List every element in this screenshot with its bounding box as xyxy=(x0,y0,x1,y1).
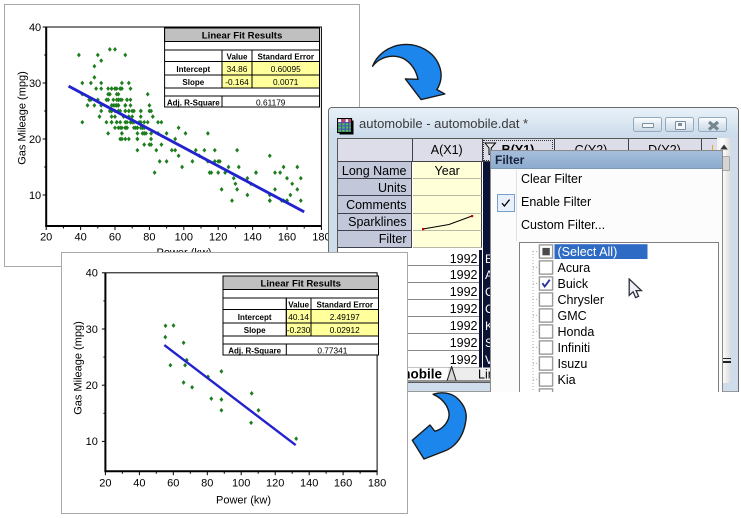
svg-text:0.61179: 0.61179 xyxy=(256,98,286,108)
svg-text:Buick: Buick xyxy=(558,277,589,291)
svg-text:Linear Fit Results: Linear Fit Results xyxy=(261,279,342,290)
svg-text:Isuzu: Isuzu xyxy=(558,357,588,371)
svg-text:160: 160 xyxy=(334,478,352,490)
svg-text:80: 80 xyxy=(143,232,155,244)
svg-text:GMC: GMC xyxy=(558,309,587,323)
svg-text:Standard Error: Standard Error xyxy=(317,301,373,310)
svg-text:-0.230: -0.230 xyxy=(287,325,311,335)
svg-text:0.77341: 0.77341 xyxy=(317,346,347,356)
svg-text:Gas Mileage (mpg): Gas Mileage (mpg) xyxy=(73,321,85,415)
svg-text:40: 40 xyxy=(29,22,41,34)
svg-text:Value: Value xyxy=(288,301,309,310)
svg-text:120: 120 xyxy=(266,478,284,490)
svg-text:Acura: Acura xyxy=(558,261,591,275)
svg-text:120: 120 xyxy=(209,232,227,244)
svg-text:0.02912: 0.02912 xyxy=(330,325,360,335)
svg-text:30: 30 xyxy=(86,324,98,336)
svg-text:20: 20 xyxy=(29,134,41,146)
svg-text:20: 20 xyxy=(86,380,98,392)
svg-text:100: 100 xyxy=(232,478,250,490)
svg-text:Linear Fit Results: Linear Fit Results xyxy=(202,31,283,42)
svg-text:Chrysler: Chrysler xyxy=(558,293,605,307)
svg-text:100: 100 xyxy=(175,232,193,244)
svg-text:0.0071: 0.0071 xyxy=(273,77,299,87)
svg-text:180: 180 xyxy=(368,478,386,490)
svg-text:160: 160 xyxy=(278,232,296,244)
svg-text:Standard Error: Standard Error xyxy=(258,53,314,62)
svg-text:60: 60 xyxy=(167,478,179,490)
svg-text:60: 60 xyxy=(109,232,121,244)
svg-text:Kia: Kia xyxy=(558,373,576,387)
svg-text:10: 10 xyxy=(29,190,41,202)
svg-text:Gas Mileage (mpg): Gas Mileage (mpg) xyxy=(17,71,29,165)
svg-text:20: 20 xyxy=(99,478,111,490)
svg-text:40: 40 xyxy=(86,268,98,280)
svg-text:Intercept: Intercept xyxy=(176,65,210,74)
svg-text:20: 20 xyxy=(40,232,52,244)
svg-text:Honda: Honda xyxy=(558,325,595,339)
svg-text:Slope: Slope xyxy=(182,78,204,87)
svg-text:Intercept: Intercept xyxy=(238,313,272,322)
svg-text:Adj. R-Square: Adj. R-Square xyxy=(228,347,281,356)
svg-text:140: 140 xyxy=(300,478,318,490)
svg-text:10: 10 xyxy=(86,436,98,448)
svg-text:80: 80 xyxy=(201,478,213,490)
svg-text:140: 140 xyxy=(243,232,261,244)
svg-text:Slope: Slope xyxy=(244,326,266,335)
svg-text:2.49197: 2.49197 xyxy=(330,312,360,322)
svg-text:Adj. R-Square: Adj. R-Square xyxy=(167,99,220,108)
svg-text:-0.164: -0.164 xyxy=(225,77,249,87)
svg-text:30: 30 xyxy=(29,78,41,90)
svg-text:Value: Value xyxy=(227,53,248,62)
svg-text:Power (kw): Power (kw) xyxy=(216,495,271,507)
svg-text:34.86: 34.86 xyxy=(227,64,248,74)
svg-text:Infiniti: Infiniti xyxy=(558,341,591,355)
svg-text:0.60095: 0.60095 xyxy=(271,64,301,74)
svg-text:40: 40 xyxy=(74,232,86,244)
svg-text:40.14: 40.14 xyxy=(288,312,309,322)
svg-text:40: 40 xyxy=(133,478,145,490)
svg-text:(Select All): (Select All) xyxy=(558,245,618,259)
